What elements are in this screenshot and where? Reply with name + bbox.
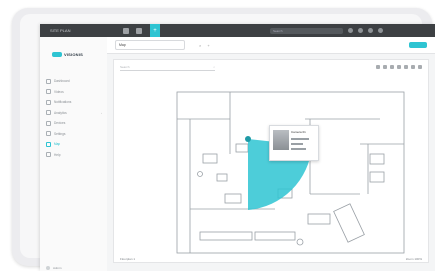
sidebar-item-label: Devices [54, 121, 66, 125]
sidebar-item-label: Videos [54, 89, 64, 94]
fullscreen-icon[interactable] [411, 65, 415, 69]
layers-icon[interactable] [376, 65, 380, 69]
map-icon [46, 141, 51, 147]
window-title: SITE PLAN [50, 28, 71, 33]
sidebar-item-label: Map [54, 142, 61, 146]
footer-label: Admin [53, 266, 62, 270]
zoom-in-icon[interactable] [390, 65, 394, 69]
sidebar-item-label: Analytics [54, 110, 67, 115]
user-icon[interactable] [368, 28, 373, 33]
top-bar: SITE PLAN + Search [40, 24, 435, 37]
primary-action-button[interactable] [409, 42, 427, 48]
chart-icon [46, 110, 51, 115]
sidebar-item-label: Dashboard [54, 79, 70, 83]
canvas-search-input[interactable]: Search ⌕ [120, 64, 215, 71]
zoom-out-icon[interactable] [397, 65, 401, 69]
camera-thumbnail [273, 130, 289, 150]
avatar [46, 266, 50, 270]
canvas-tools [373, 65, 422, 69]
gear-icon [46, 131, 51, 136]
search-placeholder: Search [120, 64, 130, 69]
map-mode-button[interactable]: + [150, 24, 160, 37]
fit-icon[interactable] [404, 65, 408, 69]
camera-popup[interactable]: Camera 01 [269, 125, 319, 161]
logo-text: VISIONIS [64, 52, 83, 57]
tab-map[interactable]: Map [115, 40, 185, 50]
popup-detail-line [291, 143, 303, 145]
app-window: SITE PLAN + Search VISIONIS Dashboard Vi… [40, 24, 435, 271]
sidebar-item-devices[interactable]: Devices [46, 119, 102, 127]
status-left: Floorplan 1 [120, 256, 136, 261]
tab-bar: Map × + [107, 37, 435, 54]
sidebar-item-help[interactable]: Help [46, 151, 102, 159]
sidebar-item-label: Help [54, 152, 61, 157]
grid-icon [46, 78, 51, 84]
help-icon[interactable] [378, 28, 383, 33]
sidebar-footer[interactable]: Admin [46, 266, 62, 270]
toolbar-button-1[interactable] [123, 27, 129, 34]
popup-detail-line [291, 148, 306, 150]
close-icon[interactable]: × [199, 43, 201, 48]
top-search-input[interactable]: Search [270, 27, 343, 34]
bell-icon [46, 99, 51, 105]
sidebar-item-dashboard[interactable]: Dashboard [46, 77, 102, 85]
settings-icon[interactable] [358, 28, 363, 33]
more-icon[interactable] [418, 65, 422, 69]
tab-label: Map [119, 43, 126, 47]
status-bar: Floorplan 1 Zoom 100% [114, 255, 428, 262]
filter-icon[interactable] [383, 65, 387, 69]
map-canvas[interactable]: Search ⌕ Floorplan 1 Zoom 100% [113, 59, 429, 263]
add-tab-icon[interactable]: + [207, 43, 209, 48]
sidebar-item-analytics[interactable]: Analytics › [46, 109, 102, 117]
sidebar-item-map[interactable]: Map [46, 140, 102, 148]
camera-name: Camera 01 [291, 130, 306, 134]
sidebar: VISIONIS Dashboard Videos Notifications … [40, 37, 108, 271]
logo: VISIONIS [52, 52, 83, 57]
toolbar-button-2[interactable] [136, 27, 142, 34]
sidebar-menu: Dashboard Videos Notifications Analytics… [46, 77, 102, 161]
help-icon [46, 152, 51, 157]
status-right: Zoom 100% [405, 256, 422, 261]
search-icon: ⌕ [213, 64, 215, 69]
sidebar-item-label: Notifications [54, 100, 72, 104]
popup-detail-line [291, 138, 309, 140]
sidebar-item-settings[interactable]: Settings [46, 130, 102, 138]
sidebar-item-label: Settings [54, 131, 66, 136]
canvas-toolbar: Search ⌕ [114, 60, 428, 74]
sidebar-item-videos[interactable]: Videos [46, 88, 102, 96]
camera-icon [46, 120, 51, 126]
logo-mark [52, 52, 62, 57]
sidebar-item-notifications[interactable]: Notifications [46, 98, 102, 106]
notifications-icon[interactable] [348, 28, 353, 33]
chevron-right-icon: › [101, 110, 102, 115]
video-icon [46, 89, 51, 94]
